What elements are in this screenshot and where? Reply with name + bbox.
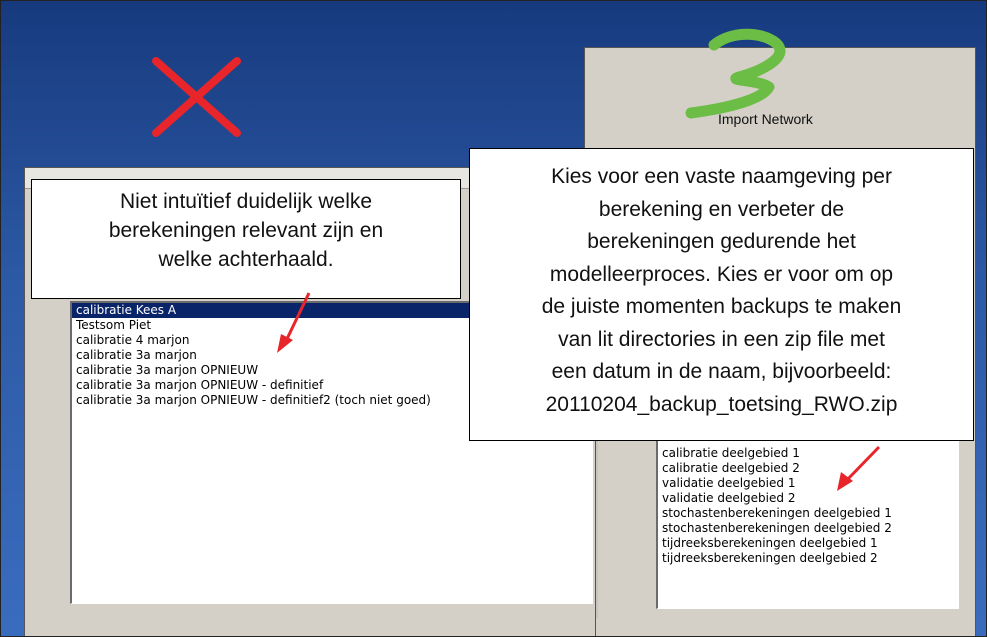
red-cross-icon [152, 57, 241, 137]
green-check-icon [685, 28, 786, 119]
annotation-overlay [152, 28, 881, 491]
screenshot-frame: Import Network calibratie Kees A Testsom … [0, 0, 987, 637]
arrow-left-icon [277, 292, 311, 353]
arrow-right-icon [837, 445, 881, 491]
